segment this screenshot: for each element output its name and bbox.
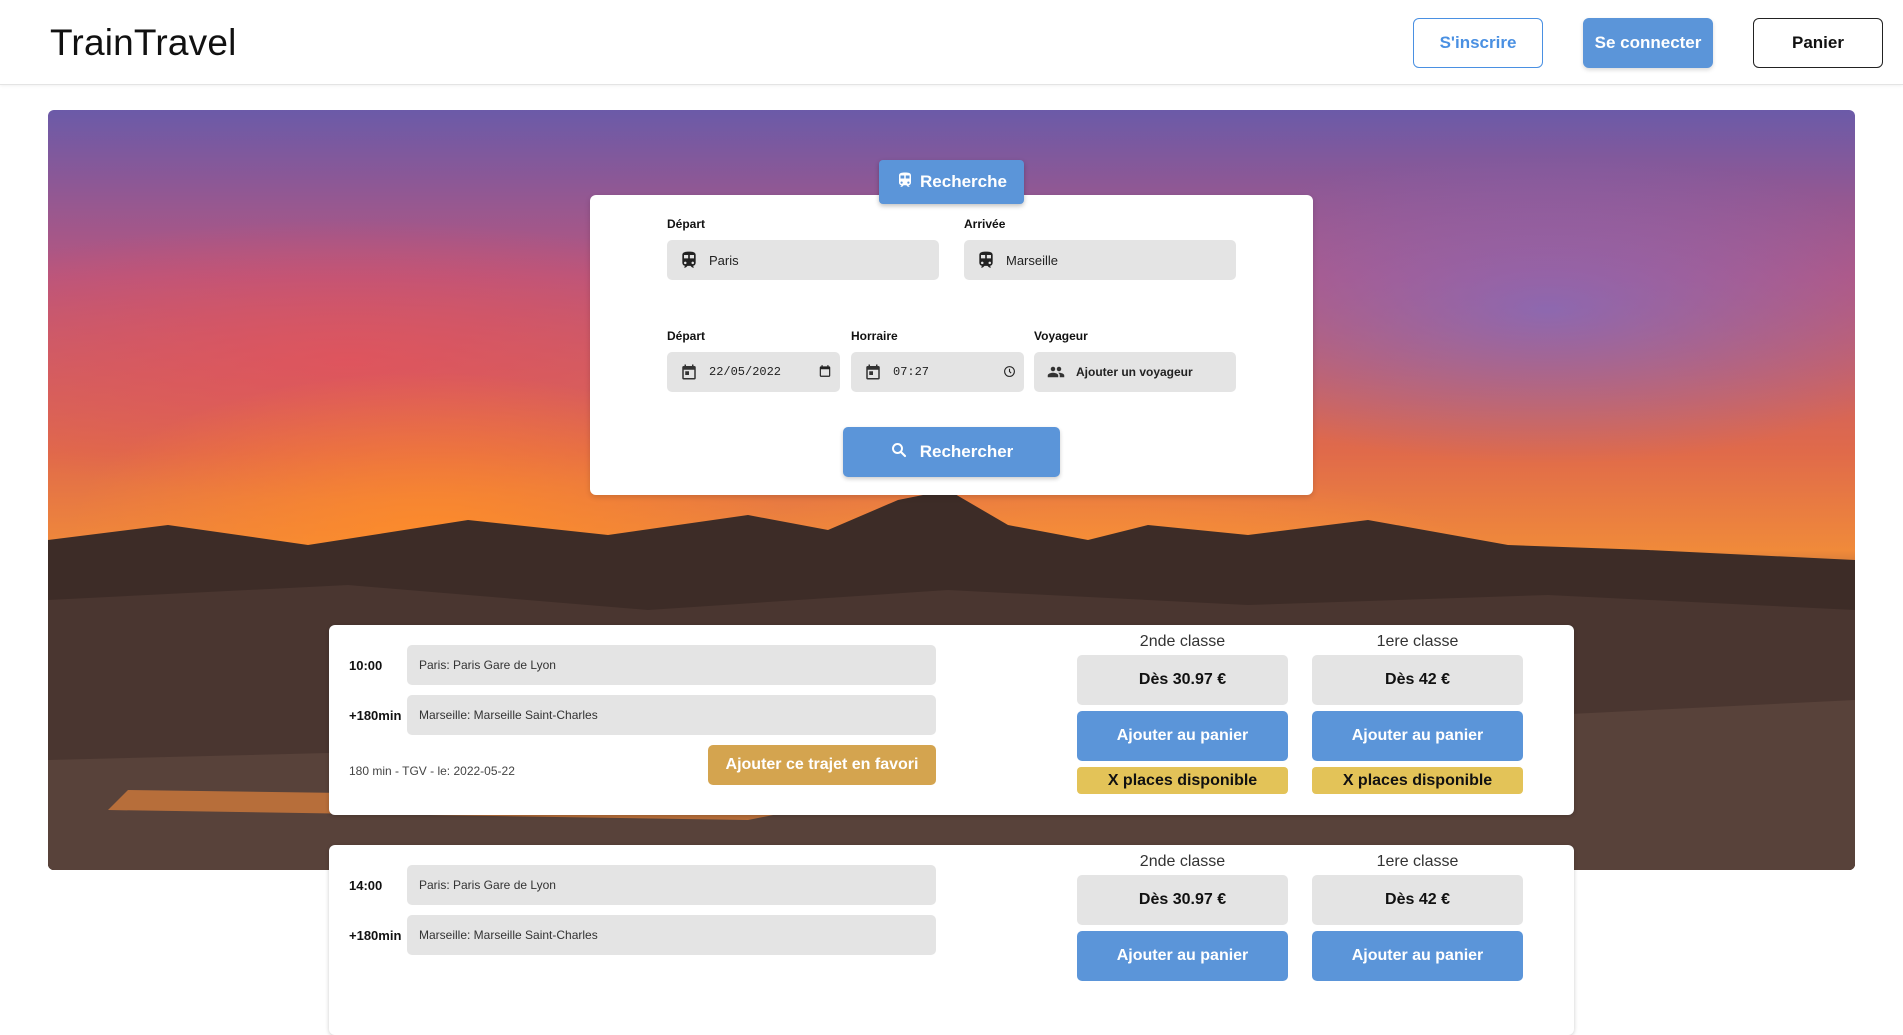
- train-icon: [976, 250, 996, 270]
- brand-logo[interactable]: TrainTravel: [50, 22, 237, 64]
- search-submit-button[interactable]: Rechercher: [843, 427, 1060, 477]
- traveler-input[interactable]: Ajouter un voyageur: [1034, 352, 1236, 392]
- time-value: 07:27: [893, 365, 930, 379]
- date-picker-icon[interactable]: [818, 364, 832, 381]
- result-card: 14:00 Paris: Paris Gare de Lyon +180min …: [329, 845, 1574, 1035]
- top-navbar: TrainTravel S'inscrire Se connecter Pani…: [0, 0, 1903, 85]
- cart-button[interactable]: Panier: [1753, 18, 1883, 68]
- depart-time: 14:00: [349, 878, 383, 893]
- time-input[interactable]: 07:27: [851, 352, 1024, 392]
- arrival-station: Marseille: Marseille Saint-Charles: [407, 915, 936, 955]
- depart-station: Paris: Paris Gare de Lyon: [407, 645, 936, 685]
- arrival-label: Arrivée: [964, 217, 1006, 231]
- date-value: 22/05/2022: [709, 365, 782, 379]
- places-badge: X places disponible: [1312, 767, 1523, 794]
- calendar-icon: [679, 362, 699, 382]
- signup-button[interactable]: S'inscrire: [1413, 18, 1543, 68]
- departure-input[interactable]: Paris: [667, 240, 939, 280]
- departure-label: Départ: [667, 217, 706, 231]
- tab-recherche-label: Recherche: [920, 172, 1007, 191]
- result-card: 10:00 Paris: Paris Gare de Lyon +180min …: [329, 625, 1574, 815]
- arrival-station: Marseille: Marseille Saint-Charles: [407, 695, 936, 735]
- add-favorite-button[interactable]: Ajouter ce trajet en favori: [708, 745, 936, 785]
- arrival-offset: +180min: [349, 928, 402, 943]
- date-label: Départ: [667, 329, 706, 343]
- login-button[interactable]: Se connecter: [1583, 18, 1713, 68]
- traveler-label: Voyageur: [1034, 329, 1088, 343]
- class-title: 1ere classe: [1376, 853, 1459, 870]
- arrival-offset: +180min: [349, 708, 402, 723]
- class-title: 2nde classe: [1139, 633, 1226, 650]
- trip-info: 180 min - TGV - le: 2022-05-22: [349, 764, 515, 778]
- depart-time: 10:00: [349, 658, 383, 673]
- price-box: Dès 30.97 €: [1077, 875, 1288, 925]
- price-box: Dès 30.97 €: [1077, 655, 1288, 705]
- people-icon: [1046, 362, 1066, 382]
- search-icon: [890, 441, 908, 464]
- arrival-input[interactable]: Marseille: [964, 240, 1236, 280]
- price-box: Dès 42 €: [1312, 875, 1523, 925]
- places-badge: X places disponible: [1077, 767, 1288, 794]
- class-title: 2nde classe: [1139, 853, 1226, 870]
- add-to-cart-button[interactable]: Ajouter au panier: [1312, 931, 1523, 981]
- train-icon: [896, 171, 914, 194]
- class-title: 1ere classe: [1376, 633, 1459, 650]
- add-to-cart-button[interactable]: Ajouter au panier: [1077, 711, 1288, 761]
- add-to-cart-button[interactable]: Ajouter au panier: [1077, 931, 1288, 981]
- add-to-cart-button[interactable]: Ajouter au panier: [1312, 711, 1523, 761]
- arrival-value: Marseille: [1006, 252, 1059, 268]
- time-label: Horraire: [851, 329, 898, 343]
- tab-recherche[interactable]: Recherche: [879, 160, 1024, 204]
- search-submit-label: Rechercher: [919, 442, 1014, 461]
- search-form: Départ Paris Arrivée Marseille Départ 22…: [590, 195, 1313, 495]
- depart-station: Paris: Paris Gare de Lyon: [407, 865, 936, 905]
- train-icon: [679, 250, 699, 270]
- traveler-value: Ajouter un voyageur: [1076, 365, 1193, 379]
- calendar-icon: [863, 362, 883, 382]
- departure-value: Paris: [709, 252, 739, 268]
- date-input[interactable]: 22/05/2022: [667, 352, 840, 392]
- clock-icon[interactable]: [1003, 365, 1016, 381]
- price-box: Dès 42 €: [1312, 655, 1523, 705]
